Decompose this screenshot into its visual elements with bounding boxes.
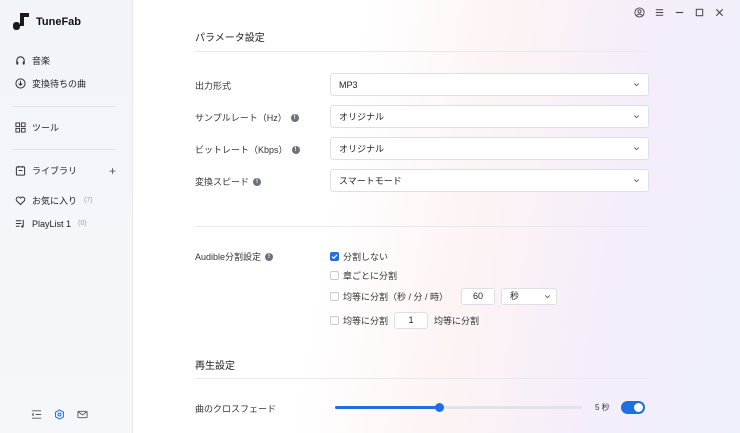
option-label: 均等に分割（秒 / 分 / 時）: [343, 292, 449, 302]
toggle-knob: [634, 403, 643, 412]
mail-icon[interactable]: [77, 409, 88, 420]
bitrate-select[interactable]: オリジナル: [330, 137, 649, 160]
option-label: 均等に分割: [343, 316, 389, 326]
collapse-sidebar-icon[interactable]: [31, 409, 42, 420]
sidebar-divider: [13, 149, 115, 150]
param-settings-title: パラメータ設定: [195, 33, 265, 44]
sidebar-item-label: ライブラリ: [32, 166, 78, 176]
settings-gear-icon[interactable]: [54, 409, 65, 420]
speed-label: 変換スピード !: [195, 175, 262, 188]
sidebar: TuneFab 音楽 変換待ちの曲 ツール ライブラリ + お気に入り (7) …: [0, 0, 133, 433]
info-icon[interactable]: !: [290, 113, 299, 122]
chevron-down-icon: [544, 295, 551, 299]
grid-icon: [15, 122, 26, 133]
speed-value: スマートモード: [339, 176, 402, 186]
sidebar-item-tools[interactable]: ツール: [15, 121, 59, 134]
section-divider: [195, 226, 649, 227]
checkbox[interactable]: [330, 292, 339, 301]
slider-fill: [335, 406, 439, 409]
sidebar-item-library[interactable]: ライブラリ: [15, 164, 77, 177]
option-label: 分割しない: [343, 252, 389, 262]
chevron-down-icon: [633, 147, 640, 151]
crossfade-toggle[interactable]: [621, 401, 645, 414]
app-logo: TuneFab: [13, 13, 81, 30]
chevron-down-icon: [633, 179, 640, 183]
download-icon: [15, 78, 26, 89]
add-playlist-button[interactable]: +: [109, 164, 116, 178]
checkbox[interactable]: [330, 271, 339, 280]
option-even-split[interactable]: 均等に分割 1 均等に分割: [330, 312, 479, 329]
playback-settings-title: 再生設定: [195, 361, 235, 372]
checkbox-checked[interactable]: [330, 252, 339, 261]
option-no-split[interactable]: 分割しない: [330, 250, 388, 263]
sample-rate-select[interactable]: オリジナル: [330, 105, 649, 128]
info-icon[interactable]: !: [253, 177, 262, 186]
even-split-input[interactable]: 1: [394, 312, 429, 329]
info-icon[interactable]: !: [291, 145, 300, 154]
info-icon[interactable]: !: [265, 252, 274, 261]
speed-select[interactable]: スマートモード: [330, 169, 649, 192]
sidebar-item-playlist-1[interactable]: PlayList 1 (0): [15, 218, 87, 229]
headphones-icon: [16, 56, 25, 65]
sidebar-item-label: 変換待ちの曲: [32, 79, 87, 89]
option-by-chapter[interactable]: 章ごとに分割: [330, 269, 397, 282]
bitrate-value: オリジナル: [339, 144, 385, 154]
chevron-down-icon: [633, 83, 640, 87]
sidebar-item-music[interactable]: 音楽: [15, 54, 50, 67]
option-label: 均等に分割: [434, 316, 480, 326]
time-unit-select[interactable]: 秒: [501, 288, 558, 305]
bitrate-label: ビットレート（Kbps） !: [195, 143, 300, 156]
sidebar-divider: [13, 106, 115, 107]
crossfade-value: 5 秒: [595, 403, 610, 412]
time-value-input[interactable]: 60: [461, 288, 496, 305]
option-by-time[interactable]: 均等に分割（秒 / 分 / 時） 60 秒: [330, 288, 558, 305]
tunefab-logo-icon: [13, 13, 29, 30]
option-label: 章ごとに分割: [343, 271, 398, 281]
heart-icon: [15, 196, 26, 206]
audible-split-label: Audible分割設定 !: [195, 250, 274, 263]
sidebar-item-label: お気に入り: [32, 196, 78, 206]
crossfade-label: 曲のクロスフェード: [195, 404, 277, 414]
sample-rate-label: サンプルレート（Hz） !: [195, 111, 299, 124]
chevron-down-icon: [633, 115, 640, 119]
settings-panel: パラメータ設定 出力形式 MP3 サンプルレート（Hz） ! オリジナル ビット…: [133, 0, 740, 433]
sidebar-item-label: ツール: [32, 123, 60, 133]
section-divider: [195, 51, 649, 52]
sidebar-item-label: 音楽: [32, 56, 51, 66]
section-divider: [195, 378, 649, 379]
sidebar-item-label: PlayList 1: [32, 218, 72, 229]
sidebar-item-queue[interactable]: 変換待ちの曲: [15, 77, 86, 90]
output-format-select[interactable]: MP3: [330, 73, 649, 96]
sidebar-item-favorites[interactable]: お気に入り (7): [15, 194, 93, 207]
sidebar-footer: [31, 409, 88, 420]
slider-handle[interactable]: [434, 403, 444, 412]
favorites-count: (7): [84, 197, 93, 204]
app-name: TuneFab: [36, 15, 82, 28]
playlist-count: (0): [78, 220, 87, 227]
crossfade-slider[interactable]: [335, 403, 582, 412]
playlist-icon: [15, 219, 24, 228]
output-format-value: MP3: [339, 79, 358, 90]
sample-rate-value: オリジナル: [339, 112, 385, 122]
output-format-label: 出力形式: [195, 81, 232, 91]
checkbox[interactable]: [330, 316, 339, 325]
library-icon: [15, 165, 26, 176]
